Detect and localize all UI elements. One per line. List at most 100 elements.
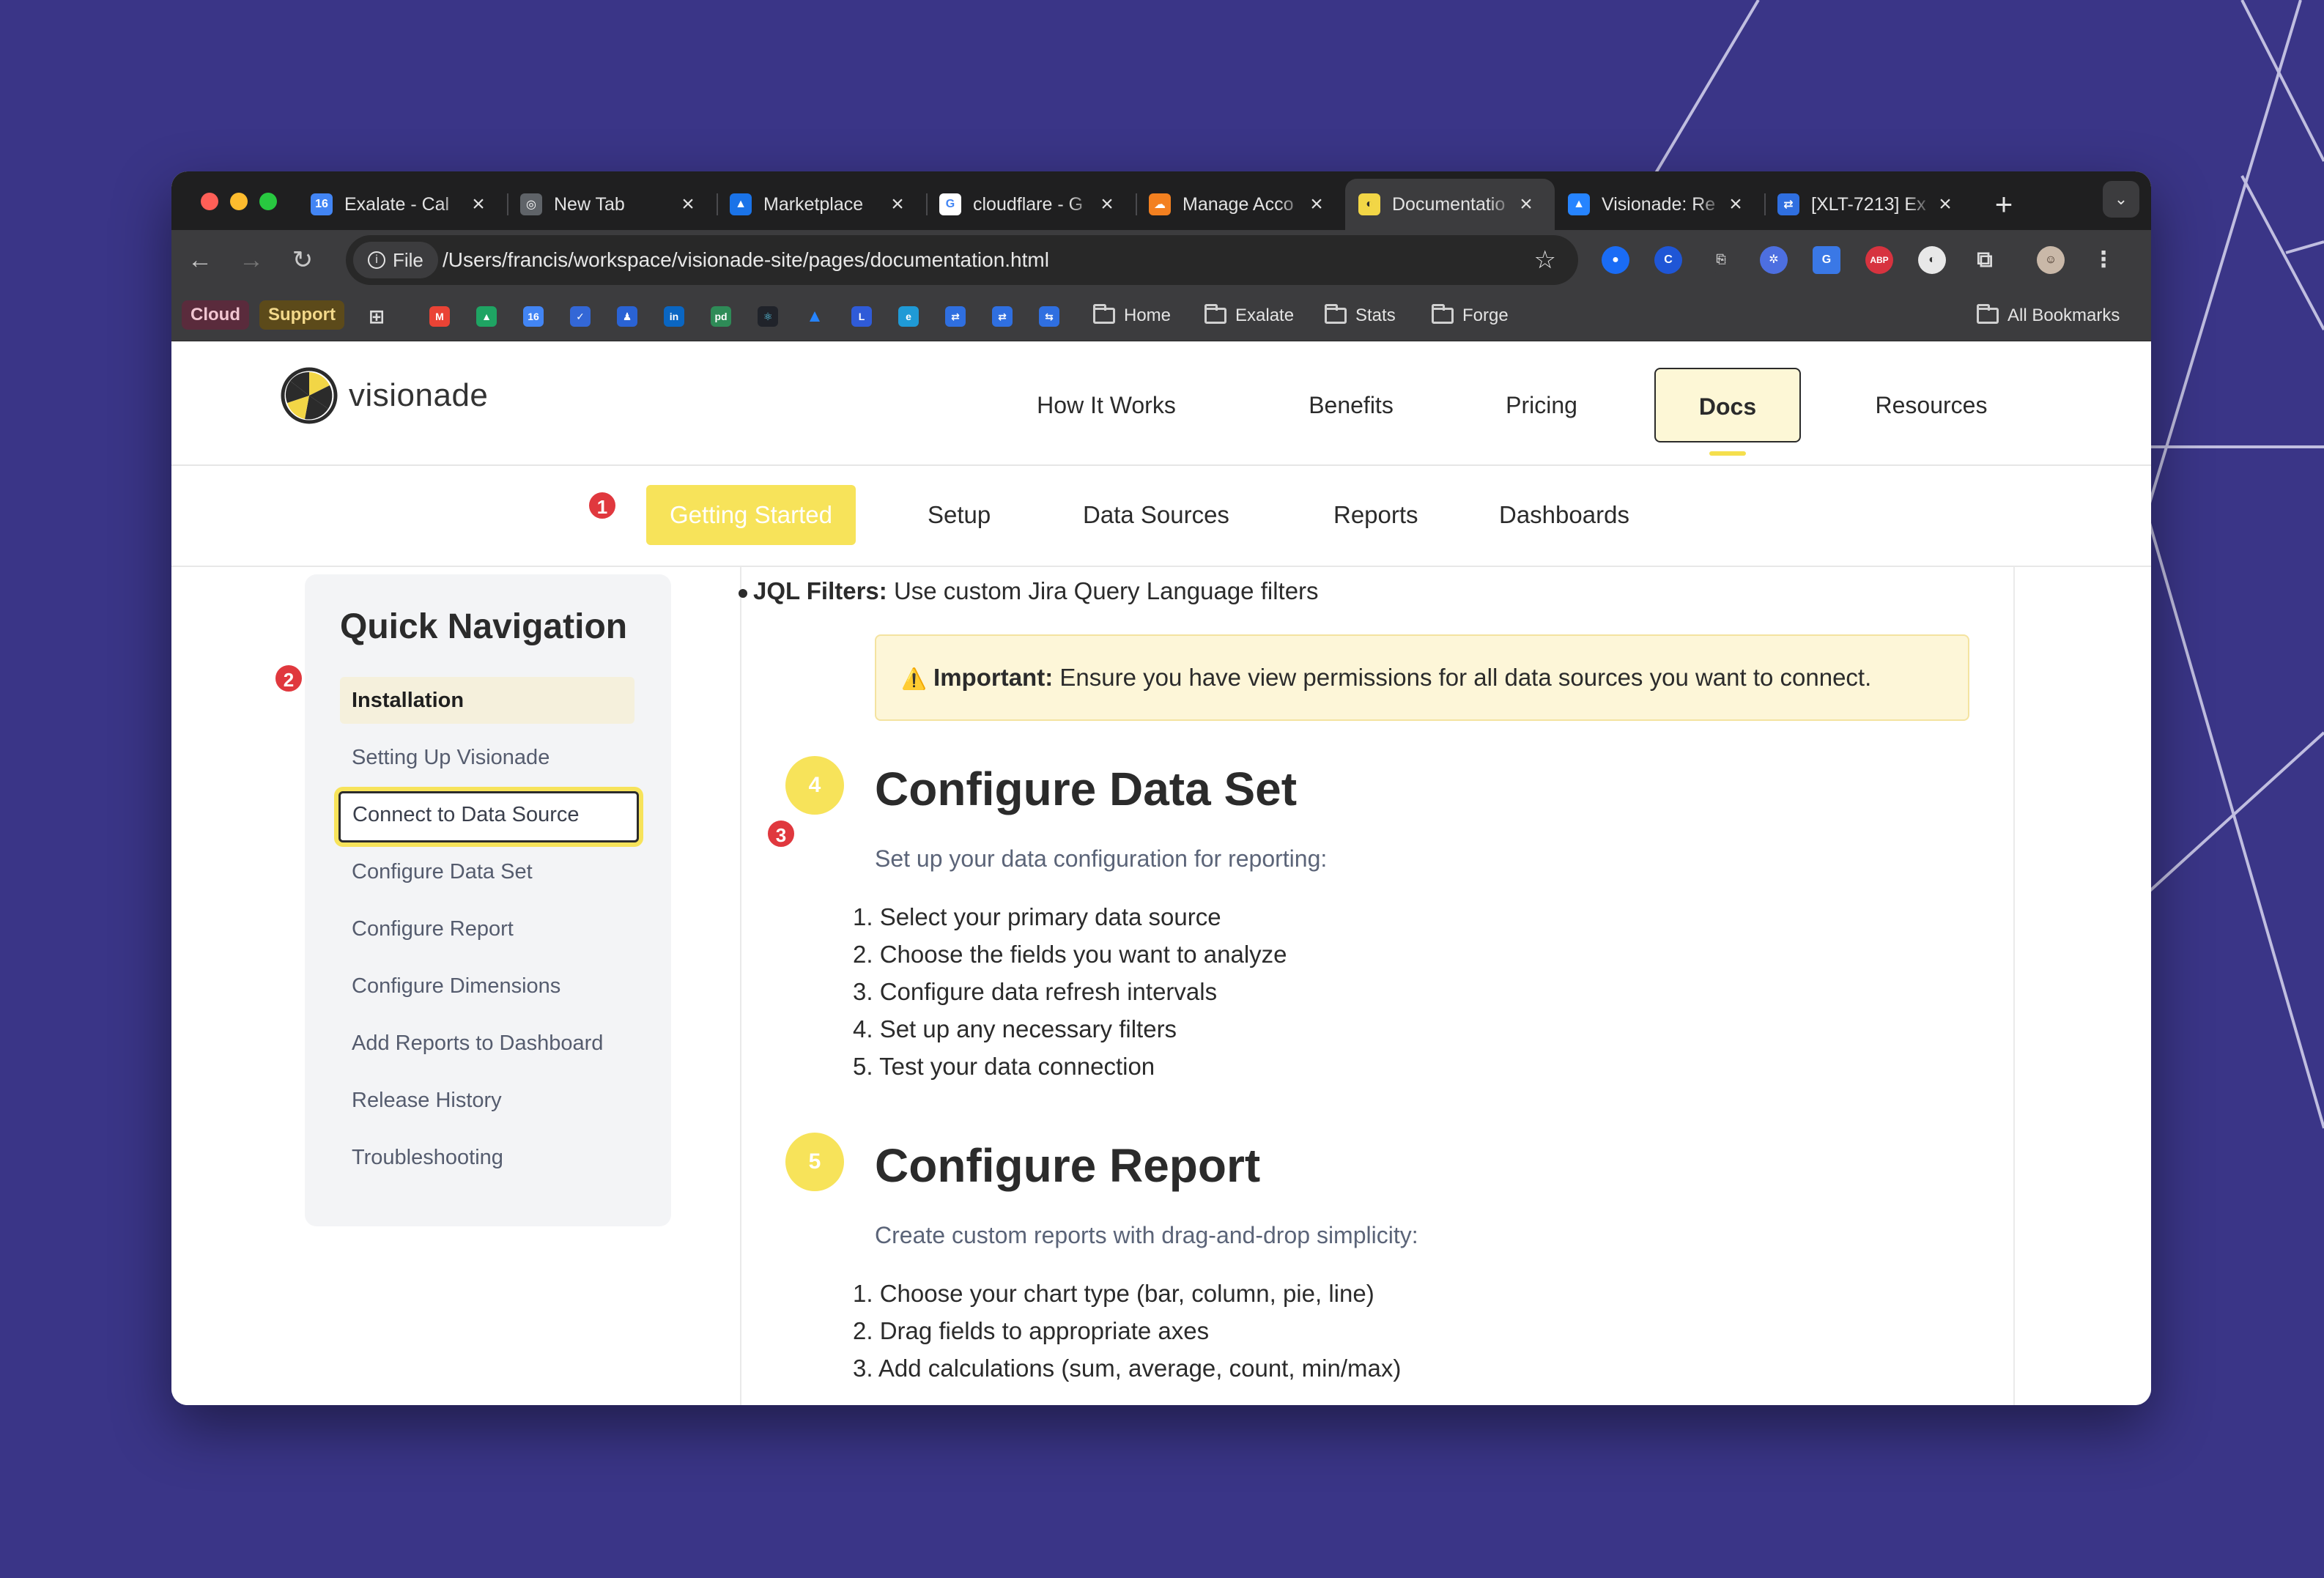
forward-button[interactable]: → <box>232 240 271 280</box>
exalate-bookmark-icon-1[interactable]: ⇄ <box>945 306 966 327</box>
bookmark-support[interactable]: Support <box>259 300 344 330</box>
extensions-puzzle-icon[interactable]: ⧉ <box>1971 246 1999 274</box>
sidebar-item-configure-dimensions[interactable]: Configure Dimensions <box>340 963 634 1010</box>
reload-button[interactable]: ↻ <box>283 240 322 280</box>
url-text: /Users/francis/workspace/visionade-site/… <box>443 248 1049 271</box>
all-bookmarks-folder[interactable]: All Bookmarks <box>1977 299 2120 333</box>
sidebar-item-troubleshooting[interactable]: Troubleshooting <box>340 1134 634 1181</box>
tab-close-icon[interactable]: × <box>1934 193 1956 215</box>
edge-bookmark-icon[interactable]: e <box>898 306 919 327</box>
nav-pricing[interactable]: Pricing <box>1483 368 1600 442</box>
bookmark-cloud[interactable]: Cloud <box>182 300 249 330</box>
gmail-bookmark-icon[interactable]: M <box>429 306 450 327</box>
pd-bookmark-icon[interactable]: pd <box>711 306 731 327</box>
bookmark-star-icon[interactable]: ☆ <box>1534 235 1556 285</box>
section-heading-configure-data-set: Configure Data Set <box>875 763 1298 815</box>
annotation-badge-1: 1 <box>588 491 617 520</box>
tab-close-icon[interactable]: × <box>1725 193 1747 215</box>
new-tab-button[interactable]: + <box>1986 186 2022 223</box>
tab-close-icon[interactable]: × <box>677 193 699 215</box>
bookmark-folder-stats[interactable]: Stats <box>1325 299 1396 333</box>
nav-docs[interactable]: Docs <box>1654 368 1801 456</box>
report-steps-list: 1. Choose your chart type (bar, column, … <box>853 1275 1401 1387</box>
site-info-chip[interactable]: i File <box>353 242 438 278</box>
tab-close-icon[interactable]: × <box>1306 193 1328 215</box>
subnav-reports[interactable]: Reports <box>1333 485 1418 545</box>
nav-how-it-works[interactable]: How It Works <box>1018 368 1194 442</box>
important-warning-box: ⚠️ Important: Ensure you have view permi… <box>875 634 1969 721</box>
calendar-bookmark-icon[interactable]: 16 <box>523 306 544 327</box>
browser-tab[interactable]: ◎ New Tab × <box>507 179 717 230</box>
tab-search-button[interactable]: ⌄ <box>2103 181 2139 218</box>
browser-menu-icon[interactable]: ⋮ <box>2090 246 2117 274</box>
subnav-setup[interactable]: Setup <box>928 485 991 545</box>
sidebar-item-configure-report[interactable]: Configure Report <box>340 905 634 952</box>
folder-icon <box>1432 304 1454 324</box>
adblock-extension-icon[interactable]: ABP <box>1865 246 1893 274</box>
info-icon: i <box>368 251 385 269</box>
atlassian-icon: ▲ <box>1568 193 1590 215</box>
onepassword-extension-icon[interactable]: ● <box>1602 246 1629 274</box>
browser-tab[interactable]: ☁ Manage Acco × <box>1136 179 1345 230</box>
subnav-getting-started[interactable]: Getting Started <box>646 485 856 545</box>
tab-close-icon[interactable]: × <box>1096 193 1118 215</box>
warning-icon: ⚠️ <box>901 667 927 690</box>
jira-bookmark-icon[interactable]: ⇆ <box>1039 306 1059 327</box>
sidebar-item-connect-data-source[interactable]: Connect to Data Source <box>338 791 639 842</box>
sidebar-item-add-reports[interactable]: Add Reports to Dashboard <box>340 1020 634 1067</box>
minimize-window-button[interactable] <box>230 193 248 210</box>
documentation-content: JQL Filters: Use custom Jira Query Langu… <box>739 567 2015 1405</box>
grammar-extension-icon[interactable]: C <box>1654 246 1682 274</box>
docs-sub-navigation: 1 Getting Started Setup Data Sources Rep… <box>171 466 2151 567</box>
google-drive-icon: ▲ <box>730 193 752 215</box>
browser-tab[interactable]: Gcloudflare - G × <box>926 179 1136 230</box>
subnav-data-sources[interactable]: Data Sources <box>1083 485 1229 545</box>
browser-tab[interactable]: ▲ Visionade: Re × <box>1555 179 1764 230</box>
react-bookmark-icon[interactable]: ⚛ <box>758 306 778 327</box>
bullet-dot <box>739 589 747 598</box>
tab-title: Exalate - Cal <box>344 193 450 215</box>
browser-tab[interactable]: ◐ Documentatio × <box>1345 179 1555 230</box>
apps-grid-icon[interactable]: ⊞ <box>366 306 387 327</box>
tab-close-icon[interactable]: × <box>1515 193 1537 215</box>
linkedin-bookmark-icon[interactable]: in <box>664 306 684 327</box>
bookmark-extension-icon[interactable]: ⎘ <box>1707 246 1735 274</box>
people-bookmark-icon[interactable]: ♟ <box>617 306 637 327</box>
lemon-logo-icon <box>281 367 338 424</box>
drive-bookmark-icon[interactable]: ▲ <box>476 306 497 327</box>
sidebar-item-configure-data-set[interactable]: Configure Data Set <box>340 848 634 895</box>
loom-bookmark-icon[interactable]: L <box>851 306 872 327</box>
exalate-bookmark-icon-2[interactable]: ⇄ <box>992 306 1013 327</box>
back-button[interactable]: ← <box>180 240 220 280</box>
profile-avatar[interactable]: ☺ <box>2037 246 2065 274</box>
sidebar-item-release-history[interactable]: Release History <box>340 1077 634 1124</box>
kubernetes-extension-icon[interactable]: ✲ <box>1760 246 1788 274</box>
dark-mode-extension-icon[interactable]: ◐ <box>1918 246 1946 274</box>
visionade-logo[interactable]: visionade <box>280 366 488 425</box>
visionade-icon: ◐ <box>1358 193 1380 215</box>
jira-icon: ⇄ <box>1777 193 1799 215</box>
address-bar[interactable]: i File /Users/francis/workspace/visionad… <box>346 235 1578 285</box>
browser-tab[interactable]: ⇄ [XLT-7213] Ex × <box>1764 179 1974 230</box>
data-set-steps-list: 1. Select your primary data source 2. Cho… <box>853 898 1287 1085</box>
nav-resources[interactable]: Resources <box>1851 368 2012 442</box>
sidebar-item-setting-up[interactable]: Setting Up Visionade <box>340 734 634 781</box>
tab-close-icon[interactable]: × <box>467 193 489 215</box>
calendar-icon: 16 <box>311 193 333 215</box>
tab-close-icon[interactable]: × <box>887 193 908 215</box>
browser-tab[interactable]: ▲ Marketplace × <box>717 179 926 230</box>
maximize-window-button[interactable] <box>259 193 277 210</box>
cloudflare-icon: ☁ <box>1149 193 1171 215</box>
subnav-dashboards[interactable]: Dashboards <box>1499 485 1629 545</box>
sidebar-item-installation[interactable]: Installation <box>340 677 634 724</box>
browser-tab[interactable]: 16 Exalate - Cal × <box>297 179 507 230</box>
nav-benefits[interactable]: Benefits <box>1285 368 1417 442</box>
close-window-button[interactable] <box>201 193 218 210</box>
check-bookmark-icon[interactable]: ✓ <box>570 306 591 327</box>
list-item: 2. Drag fields to appropriate axes <box>853 1317 1210 1344</box>
bookmark-folder-forge[interactable]: Forge <box>1432 299 1509 333</box>
translate-extension-icon[interactable]: G <box>1813 246 1840 274</box>
bookmark-folder-home[interactable]: Home <box>1093 299 1171 333</box>
bookmark-folder-exalate[interactable]: Exalate <box>1204 299 1294 333</box>
atlassian-bookmark-icon[interactable]: ▲ <box>804 306 825 327</box>
